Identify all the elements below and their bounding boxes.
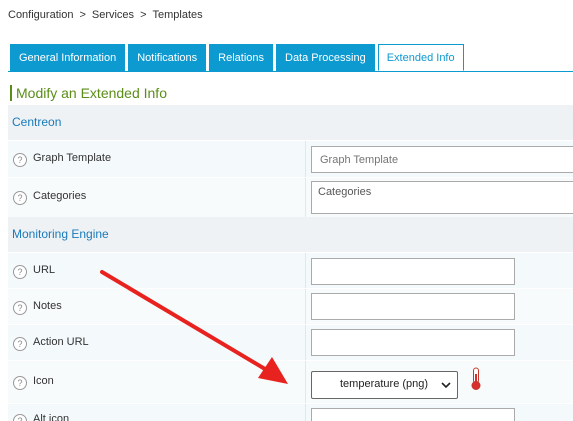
section-header-centreon: Centreon: [8, 105, 573, 140]
column-divider: [305, 289, 306, 324]
section-header-monitoring-engine: Monitoring Engine: [8, 217, 573, 252]
section-title-monitoring-engine: Monitoring Engine: [12, 227, 109, 241]
field-row-action-url: ? Action URL: [8, 324, 573, 360]
help-icon[interactable]: ?: [13, 265, 27, 279]
help-icon[interactable]: ?: [13, 376, 27, 390]
field-row-graph-template: ? Graph Template: [8, 140, 573, 177]
thermometer-icon: [470, 367, 482, 394]
tab-relations[interactable]: Relations: [209, 44, 273, 71]
help-icon[interactable]: ?: [13, 301, 27, 315]
section-title-centreon: Centreon: [12, 115, 62, 129]
column-divider: [305, 253, 306, 288]
tab-general-information[interactable]: General Information: [10, 44, 126, 71]
tab-extended-info[interactable]: Extended Info: [377, 44, 464, 71]
column-divider: [305, 361, 306, 403]
breadcrumb-separator: >: [140, 9, 147, 21]
field-row-notes: ? Notes: [8, 288, 573, 324]
url-label: URL: [33, 264, 56, 276]
breadcrumb-configuration[interactable]: Configuration: [8, 9, 73, 21]
field-row-categories: ? Categories Categories: [8, 177, 573, 217]
field-row-icon: ? Icon temperature (png): [8, 360, 573, 403]
notes-label: Notes: [33, 300, 62, 312]
breadcrumb-services[interactable]: Services: [92, 9, 134, 21]
alt-icon-label: Alt icon: [33, 413, 70, 421]
breadcrumb: Configuration > Services > Templates: [8, 9, 203, 21]
tab-underline: [8, 71, 573, 72]
tab-notifications[interactable]: Notifications: [128, 44, 207, 71]
url-input[interactable]: [311, 258, 515, 285]
help-icon[interactable]: ?: [13, 191, 27, 205]
field-row-url: ? URL: [8, 252, 573, 288]
categories-select[interactable]: Categories: [311, 181, 573, 214]
help-icon[interactable]: ?: [13, 153, 27, 167]
notes-input[interactable]: [311, 293, 515, 320]
action-url-input[interactable]: [311, 329, 515, 356]
icon-select[interactable]: temperature (png): [311, 371, 458, 399]
alt-icon-input[interactable]: [311, 408, 515, 421]
help-icon[interactable]: ?: [13, 337, 27, 351]
icon-label: Icon: [33, 375, 54, 387]
graph-template-label: Graph Template: [33, 152, 112, 164]
icon-select-value: temperature (png): [340, 378, 429, 390]
tab-bar: General Information Notifications Relati…: [10, 44, 467, 72]
chevron-down-icon: [441, 376, 451, 397]
column-divider: [305, 325, 306, 360]
column-divider: [305, 404, 306, 421]
column-divider: [305, 178, 306, 217]
column-divider: [305, 141, 306, 177]
graph-template-input[interactable]: [311, 146, 573, 173]
field-row-alt-icon: ? Alt icon: [8, 403, 573, 421]
action-url-label: Action URL: [33, 336, 89, 348]
form-title: Modify an Extended Info: [10, 85, 167, 101]
tab-data-processing[interactable]: Data Processing: [276, 44, 375, 71]
categories-label: Categories: [33, 190, 87, 202]
breadcrumb-templates[interactable]: Templates: [153, 9, 203, 21]
breadcrumb-separator: >: [79, 9, 86, 21]
help-icon[interactable]: ?: [13, 414, 27, 421]
